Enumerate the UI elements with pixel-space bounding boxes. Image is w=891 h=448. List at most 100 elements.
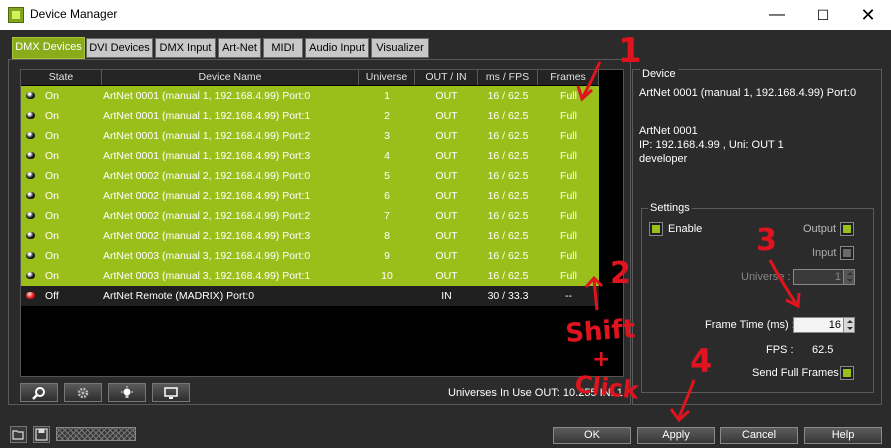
table-row[interactable]: On ArtNet 0002 (manual 2, 192.168.4.99) … — [21, 166, 599, 186]
row-frames: Full — [560, 130, 577, 142]
enable-checkbox[interactable] — [649, 222, 663, 236]
enable-label: Enable — [668, 223, 703, 235]
row-universe: 1 — [384, 90, 390, 102]
row-outin: OUT — [435, 150, 458, 162]
row-state: On — [45, 250, 60, 262]
device-info-ip: IP: 192.168.4.99 , Uni: OUT 1 — [639, 139, 784, 151]
row-outin: OUT — [435, 130, 458, 142]
col-ms-fps-header[interactable]: ms / FPS — [478, 70, 538, 85]
row-device-name: ArtNet 0001 (manual 1, 192.168.4.99) Por… — [103, 90, 311, 102]
fps-value: 62.5 — [812, 344, 834, 356]
apply-button[interactable]: Apply — [637, 427, 715, 444]
row-frames: Full — [560, 250, 577, 262]
fps-label: FPS : — [766, 344, 794, 356]
floppy-disk-icon — [35, 428, 48, 441]
row-ms-fps: 30 / 33.3 — [487, 290, 529, 302]
device-table[interactable]: State Device Name Universe OUT / IN ms /… — [20, 69, 624, 377]
bulb-icon — [121, 386, 133, 398]
row-frames: Full — [560, 230, 577, 242]
col-outin-header[interactable]: OUT / IN — [415, 70, 478, 85]
dialog-body: DMX Devices DVI Devices DMX Input Art-Ne… — [0, 30, 891, 448]
tab-audio-input[interactable]: Audio Input — [305, 38, 369, 58]
output-checkbox[interactable] — [840, 222, 854, 236]
row-outin: OUT — [435, 190, 458, 202]
row-state: On — [45, 170, 60, 182]
table-row[interactable]: On ArtNet 0003 (manual 3, 192.168.4.99) … — [21, 246, 599, 266]
table-header: State Device Name Universe OUT / IN ms /… — [21, 70, 599, 85]
display-button[interactable] — [152, 383, 190, 402]
monitor-icon — [164, 387, 178, 399]
help-button[interactable]: Help — [804, 427, 882, 444]
table-row[interactable]: On ArtNet 0001 (manual 1, 192.168.4.99) … — [21, 106, 599, 126]
maximize-button[interactable]: ☐ — [800, 0, 846, 30]
row-ms-fps: 16 / 62.5 — [487, 190, 529, 202]
spin-arrows-icon[interactable] — [843, 270, 854, 284]
row-state: Off — [45, 290, 59, 302]
close-button[interactable]: ✕ — [845, 0, 891, 30]
row-ms-fps: 16 / 62.5 — [487, 130, 529, 142]
ok-button[interactable]: OK — [553, 427, 631, 444]
col-frames-header[interactable]: Frames — [538, 70, 599, 85]
settings-button[interactable] — [64, 383, 102, 402]
row-universe: 2 — [384, 110, 390, 122]
table-row[interactable]: On ArtNet 0001 (manual 1, 192.168.4.99) … — [21, 146, 599, 166]
row-state: On — [45, 230, 60, 242]
row-outin: OUT — [435, 270, 458, 282]
row-universe: 9 — [384, 250, 390, 262]
tab-dvi-devices[interactable]: DVI Devices — [86, 38, 153, 58]
row-state: On — [45, 90, 60, 102]
device-info-name: ArtNet 0001 — [639, 125, 698, 137]
row-state: On — [45, 210, 60, 222]
send-full-frames-checkbox[interactable] — [840, 366, 854, 380]
universe-label: Universe : — [741, 271, 791, 283]
identify-button[interactable] — [108, 383, 146, 402]
progress-bar — [56, 427, 136, 441]
open-button[interactable] — [10, 426, 27, 443]
row-device-name: ArtNet 0001 (manual 1, 192.168.4.99) Por… — [103, 150, 311, 162]
table-row[interactable]: On ArtNet 0003 (manual 3, 192.168.4.99) … — [21, 266, 599, 286]
tab-dmx-input[interactable]: DMX Input — [155, 38, 216, 58]
row-universe: 7 — [384, 210, 390, 222]
universe-value: 1 — [834, 271, 841, 283]
input-checkbox[interactable] — [840, 246, 854, 260]
row-outin: IN — [441, 290, 452, 302]
row-state: On — [45, 270, 60, 282]
frame-time-spinbox[interactable]: 16 — [793, 317, 855, 333]
search-button[interactable] — [20, 383, 58, 402]
tab-midi[interactable]: MIDI — [263, 38, 303, 58]
device-panel-legend: Device — [640, 68, 678, 80]
col-device-name-header[interactable]: Device Name — [102, 70, 359, 85]
row-frames: Full — [560, 150, 577, 162]
tab-dmx-devices[interactable]: DMX Devices — [12, 37, 85, 59]
tab-art-net[interactable]: Art-Net — [218, 38, 261, 58]
row-universe: 10 — [381, 270, 393, 282]
spin-arrows-icon[interactable] — [843, 318, 854, 332]
row-device-name: ArtNet 0002 (manual 2, 192.168.4.99) Por… — [103, 210, 311, 222]
table-row[interactable]: On ArtNet 0002 (manual 2, 192.168.4.99) … — [21, 206, 599, 226]
row-ms-fps: 16 / 62.5 — [487, 250, 529, 262]
row-outin: OUT — [435, 110, 458, 122]
input-label: Input — [812, 247, 837, 259]
col-state-header[interactable]: State — [21, 70, 102, 85]
table-row[interactable]: On ArtNet 0001 (manual 1, 192.168.4.99) … — [21, 126, 599, 146]
output-label: Output — [803, 223, 837, 235]
col-universe-header[interactable]: Universe — [359, 70, 415, 85]
row-device-name: ArtNet 0002 (manual 2, 192.168.4.99) Por… — [103, 190, 311, 202]
row-device-name: ArtNet Remote (MADRIX) Port:0 — [103, 290, 255, 302]
table-row[interactable]: On ArtNet 0002 (manual 2, 192.168.4.99) … — [21, 226, 599, 246]
table-row[interactable]: On ArtNet 0002 (manual 2, 192.168.4.99) … — [21, 186, 599, 206]
table-row[interactable]: On ArtNet 0001 (manual 1, 192.168.4.99) … — [21, 86, 599, 106]
table-row[interactable]: Off ArtNet Remote (MADRIX) Port:0 IN 30 … — [21, 286, 599, 306]
minimize-button[interactable]: — — [754, 0, 800, 30]
row-ms-fps: 16 / 62.5 — [487, 110, 529, 122]
universe-spinbox[interactable]: 1 — [793, 269, 855, 285]
cancel-button[interactable]: Cancel — [720, 427, 798, 444]
save-button[interactable] — [33, 426, 50, 443]
folder-open-icon — [12, 430, 24, 440]
row-state: On — [45, 130, 60, 142]
row-ms-fps: 16 / 62.5 — [487, 230, 529, 242]
row-frames: Full — [560, 210, 577, 222]
app-icon — [8, 7, 24, 23]
tab-visualizer[interactable]: Visualizer — [371, 38, 429, 58]
row-frames: Full — [560, 90, 577, 102]
